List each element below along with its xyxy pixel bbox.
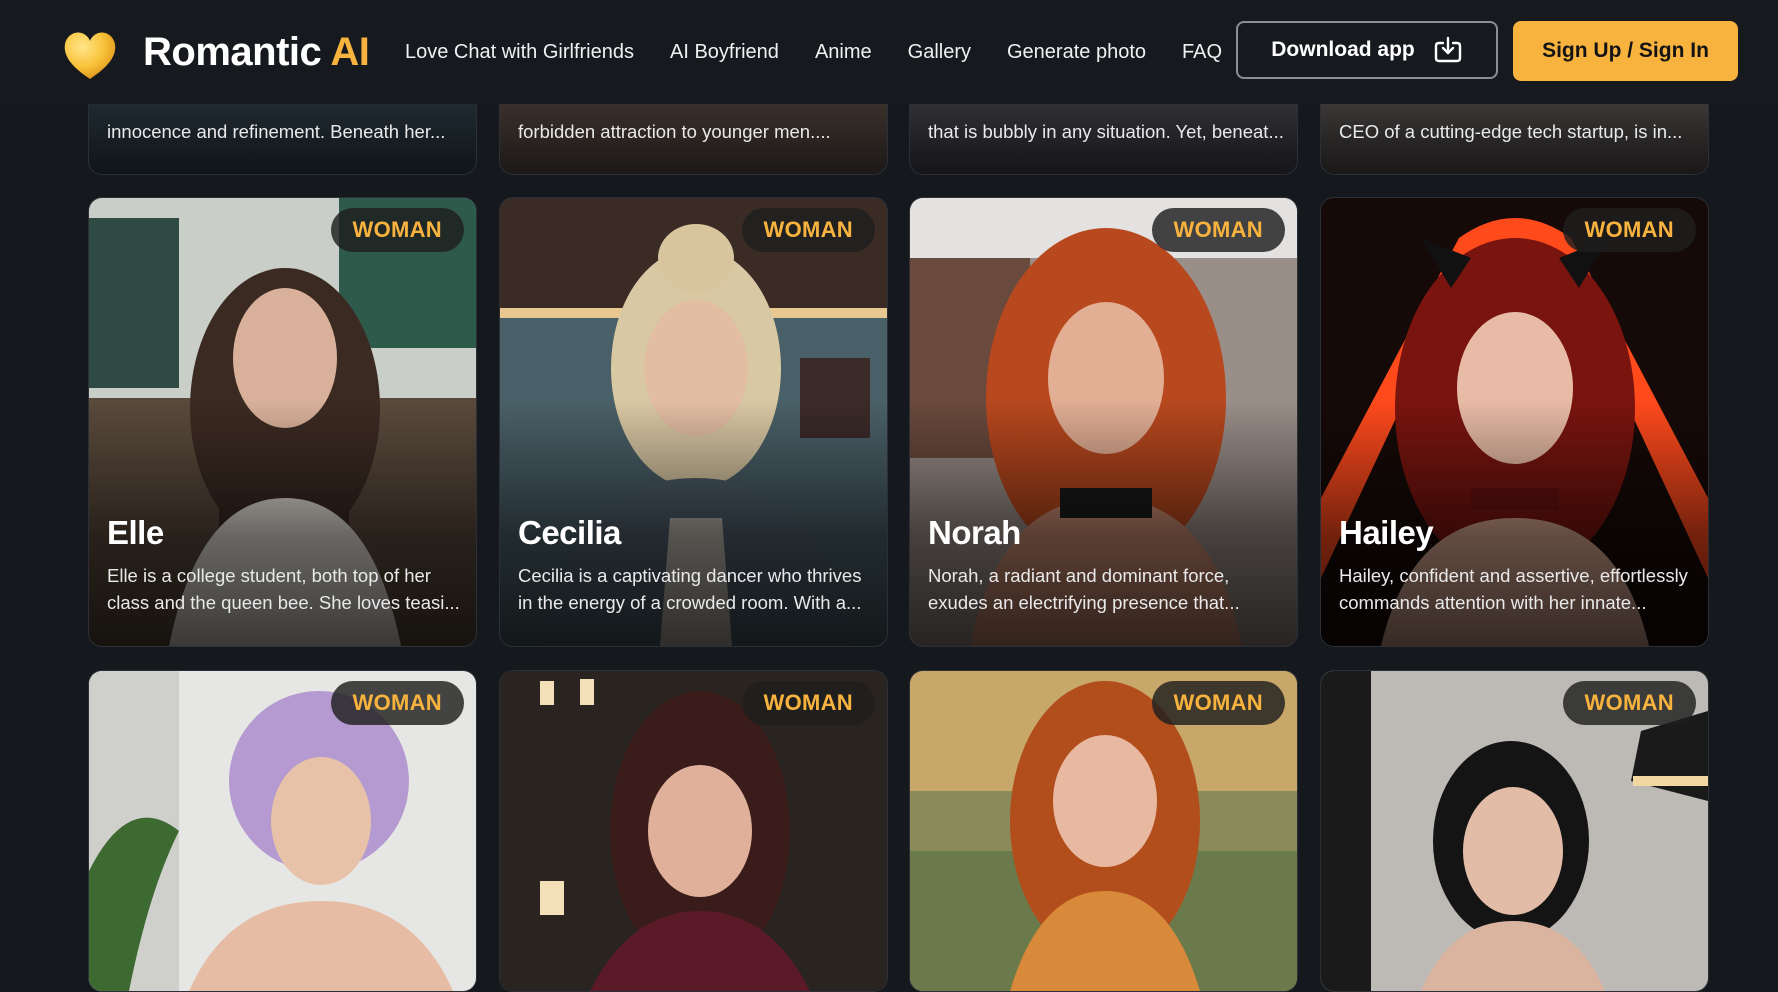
character-card-partial[interactable]: forbidden attraction to younger men.... xyxy=(499,104,888,175)
nav-anime[interactable]: Anime xyxy=(815,37,872,67)
heart-logo-icon[interactable] xyxy=(62,29,118,81)
category-badge: WOMAN xyxy=(741,681,875,725)
nav-generate-photo[interactable]: Generate photo xyxy=(1007,37,1146,67)
top-navbar: Romantic AI Love Chat with Girlfriends A… xyxy=(0,0,1778,104)
download-app-button[interactable]: Download app xyxy=(1236,21,1498,79)
card-description: CEO of a cutting-edge tech startup, is i… xyxy=(1339,121,1683,142)
card-description: that is bubbly in any situation. Yet, be… xyxy=(928,121,1284,142)
character-name: Hailey xyxy=(1339,514,1434,551)
nav-faq[interactable]: FAQ xyxy=(1182,37,1222,67)
character-card[interactable]: WOMAN xyxy=(499,670,888,992)
character-card[interactable]: WOMAN xyxy=(909,670,1298,992)
brand-accent: AI xyxy=(330,30,370,74)
main-nav: Love Chat with Girlfriends AI Boyfriend … xyxy=(405,37,1258,67)
character-card-partial[interactable]: CEO of a cutting-edge tech startup, is i… xyxy=(1320,104,1709,175)
brand-logo[interactable]: Romantic AI xyxy=(143,27,370,77)
category-badge: WOMAN xyxy=(1151,208,1285,252)
character-card-elle[interactable]: WOMAN Elle Elle is a college student, bo… xyxy=(88,197,477,647)
category-badge: WOMAN xyxy=(1151,681,1285,725)
card-description: innocence and refinement. Beneath her... xyxy=(107,121,446,142)
category-badge: WOMAN xyxy=(1562,208,1696,252)
character-card[interactable]: WOMAN xyxy=(88,670,477,992)
character-card-hailey[interactable]: WOMAN Hailey Hailey, confident and asser… xyxy=(1320,197,1709,647)
character-description: Elle is a college student, both top of h… xyxy=(107,565,460,613)
nav-love-chat[interactable]: Love Chat with Girlfriends xyxy=(405,37,634,67)
character-card-partial[interactable]: innocence and refinement. Beneath her... xyxy=(88,104,477,175)
card-description: forbidden attraction to younger men.... xyxy=(518,121,831,142)
character-card-partial[interactable]: that is bubbly in any situation. Yet, be… xyxy=(909,104,1298,175)
category-badge: WOMAN xyxy=(1562,681,1696,725)
character-name: Norah xyxy=(928,514,1021,551)
character-card-cecilia[interactable]: WOMAN Cecilia Cecilia is a captivating d… xyxy=(499,197,888,647)
character-card-norah[interactable]: WOMAN Norah Norah, a radiant and dominan… xyxy=(909,197,1298,647)
brand-name: Romantic xyxy=(143,30,322,74)
sign-up-sign-in-button[interactable]: Sign Up / Sign In xyxy=(1513,21,1738,81)
nav-gallery[interactable]: Gallery xyxy=(908,37,971,67)
character-description: Hailey, confident and assertive, effortl… xyxy=(1339,565,1688,613)
character-card[interactable]: WOMAN xyxy=(1320,670,1709,992)
download-icon xyxy=(1434,36,1461,63)
nav-ai-boyfriend[interactable]: AI Boyfriend xyxy=(670,37,779,67)
character-name: Cecilia xyxy=(518,514,621,551)
character-description: Norah, a radiant and dominant force, exu… xyxy=(928,565,1240,613)
category-badge: WOMAN xyxy=(330,208,464,252)
character-description: Cecilia is a captivating dancer who thri… xyxy=(518,565,862,613)
character-name: Elle xyxy=(107,514,164,551)
category-badge: WOMAN xyxy=(741,208,875,252)
category-badge: WOMAN xyxy=(330,681,464,725)
download-app-label: Download app xyxy=(1271,38,1415,61)
